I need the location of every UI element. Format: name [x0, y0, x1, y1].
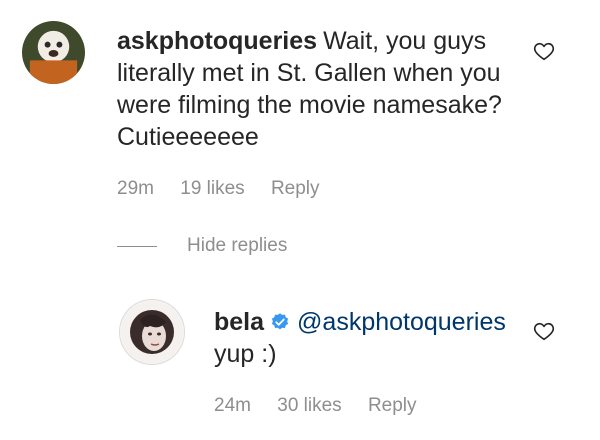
verified-badge-icon: [271, 313, 289, 330]
reply-reply-button[interactable]: Reply: [368, 395, 417, 416]
reply-meta: 24m 30 likes Reply: [214, 395, 438, 417]
reply-username[interactable]: bela: [214, 308, 264, 336]
divider-line: [117, 245, 157, 247]
hide-replies-label: Hide replies: [187, 235, 288, 256]
comment-time: 29m: [117, 178, 154, 199]
reply-time: 24m: [214, 395, 251, 416]
comment-reply-button[interactable]: Reply: [271, 178, 320, 199]
reply-body: bela @askphotoqueries yup :): [214, 306, 524, 370]
commenter-avatar[interactable]: [22, 21, 85, 84]
heart-icon[interactable]: [533, 40, 555, 62]
comment-meta: 29m 19 likes Reply: [117, 178, 341, 200]
reply-likes[interactable]: 30 likes: [277, 395, 341, 416]
hide-replies-button[interactable]: Hide replies: [117, 235, 287, 257]
heart-icon[interactable]: [533, 320, 555, 342]
comment-body: askphotoqueries Wait, you guys literally …: [117, 25, 527, 153]
comment-likes[interactable]: 19 likes: [180, 178, 244, 199]
commenter-username[interactable]: askphotoqueries: [117, 27, 317, 55]
reply-text: yup :): [214, 340, 277, 368]
reply-avatar[interactable]: [119, 299, 185, 365]
reply-mention-link[interactable]: @askphotoqueries: [297, 308, 506, 336]
